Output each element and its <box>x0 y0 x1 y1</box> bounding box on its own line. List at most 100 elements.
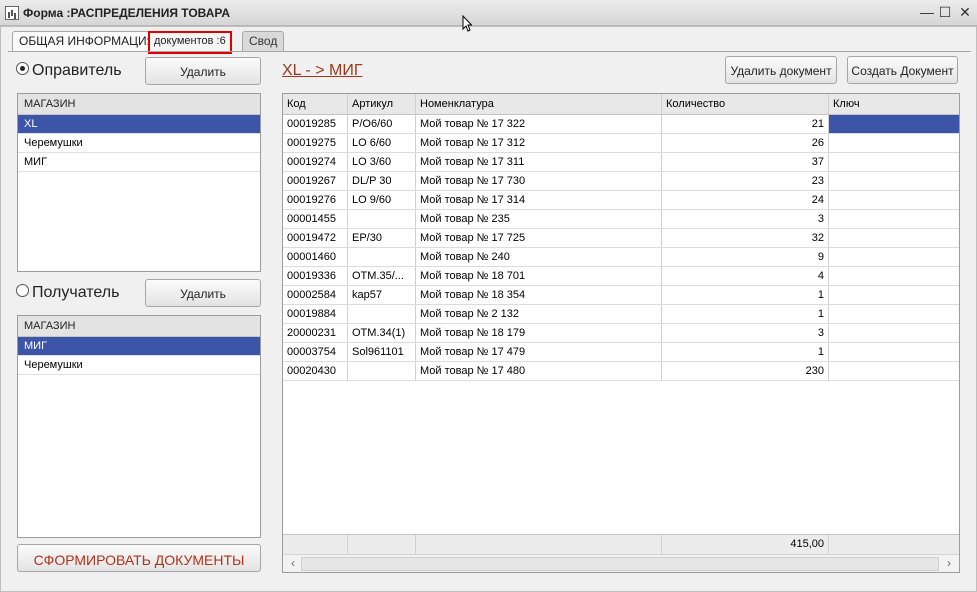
table-footer: 415,00 <box>283 534 959 554</box>
cell-nomenclature: Мой товар № 240 <box>416 248 662 266</box>
cell-quantity: 24 <box>662 191 829 209</box>
cell-article: LO 6/60 <box>348 134 416 152</box>
cell-quantity: 4 <box>662 267 829 285</box>
table-row[interactable]: 00019267 DL/P 30 Мой товар № 17 730 23 <box>283 172 959 191</box>
tab-general-info[interactable]: ОБЩАЯ ИНФОРМАЦИЯ <box>12 31 163 52</box>
horizontal-scrollbar[interactable]: ‹ › <box>283 554 959 572</box>
cell-code: 00019285 <box>283 115 348 133</box>
sender-radio[interactable]: Оправитель <box>16 60 122 82</box>
cell-article: EP/30 <box>348 229 416 247</box>
list-item[interactable]: Черемушки <box>18 356 260 375</box>
table-row[interactable]: 00019276 LO 9/60 Мой товар № 17 314 24 <box>283 191 959 210</box>
cell-nomenclature: Мой товар № 18 354 <box>416 286 662 304</box>
receiver-delete-button[interactable]: Удалить <box>145 279 261 307</box>
cell-key <box>829 210 959 228</box>
cell-article <box>348 248 416 266</box>
column-header-quantity[interactable]: Количество <box>662 94 829 114</box>
list-item[interactable]: XL <box>18 115 260 134</box>
cell-article <box>348 305 416 323</box>
receiver-label: Получатель <box>32 284 120 301</box>
cell-nomenclature: Мой товар № 17 730 <box>416 172 662 190</box>
cell-code: 00019884 <box>283 305 348 323</box>
cell-code: 00001460 <box>283 248 348 266</box>
cell-key <box>829 191 959 209</box>
table-row[interactable]: 00019274 LO 3/60 Мой товар № 17 311 37 <box>283 153 959 172</box>
table-row[interactable]: 20000231 OTM.34(1) Мой товар № 18 179 3 <box>283 324 959 343</box>
window-title: Форма :РАСПРЕДЕЛЕНИЯ ТОВАРА <box>23 6 231 20</box>
cell-nomenclature: Мой товар № 2 132 <box>416 305 662 323</box>
cell-article: Sol961101 <box>348 343 416 361</box>
table-row[interactable]: 00019285 P/O6/60 Мой товар № 17 322 21 <box>283 115 959 134</box>
receiver-radio[interactable]: Получатель <box>16 282 119 304</box>
cell-quantity: 1 <box>662 343 829 361</box>
cell-key <box>829 343 959 361</box>
generate-documents-button[interactable]: СФОРМИРОВАТЬ ДОКУМЕНТЫ <box>17 544 261 572</box>
cell-article: OTM.35/... <box>348 267 416 285</box>
cell-key <box>829 362 959 380</box>
delete-document-button[interactable]: Удалить документ <box>725 56 837 84</box>
cell-quantity: 1 <box>662 305 829 323</box>
column-header-code[interactable]: Код <box>283 94 348 114</box>
cell-key <box>829 286 959 304</box>
table-row[interactable]: 00019275 LO 6/60 Мой товар № 17 312 26 <box>283 134 959 153</box>
minimize-button[interactable]: — <box>918 3 936 21</box>
scroll-right-icon[interactable]: › <box>941 555 957 572</box>
route-link[interactable]: XL - > МИГ <box>282 62 362 80</box>
items-table: Код Артикул Номенклатура Количество Ключ… <box>282 93 960 573</box>
sender-label: Оправитель <box>32 62 122 79</box>
close-button[interactable]: ✕ <box>956 3 974 21</box>
table-row[interactable]: 00020430 Мой товар № 17 480 230 <box>283 362 959 381</box>
column-header-article[interactable]: Артикул <box>348 94 416 114</box>
table-row[interactable]: 00019472 EP/30 Мой товар № 17 725 32 <box>283 229 959 248</box>
app-chart-icon <box>5 6 19 20</box>
scrollbar-thumb[interactable] <box>301 557 939 571</box>
table-row[interactable]: 00019884 Мой товар № 2 132 1 <box>283 305 959 324</box>
cell-code: 00019472 <box>283 229 348 247</box>
table-row[interactable]: 00002584 kap57 Мой товар № 18 354 1 <box>283 286 959 305</box>
table-row[interactable]: 00001460 Мой товар № 240 9 <box>283 248 959 267</box>
create-document-button[interactable]: Создать Документ <box>847 56 958 84</box>
cell-key <box>829 134 959 152</box>
cell-quantity: 23 <box>662 172 829 190</box>
cell-quantity: 3 <box>662 210 829 228</box>
table-row[interactable]: 00003754 Sol961101 Мой товар № 17 479 1 <box>283 343 959 362</box>
cell-article: kap57 <box>348 286 416 304</box>
tab-summary[interactable]: Свод <box>242 31 285 52</box>
cell-nomenclature: Мой товар № 17 312 <box>416 134 662 152</box>
cell-code: 00019276 <box>283 191 348 209</box>
cell-quantity: 1 <box>662 286 829 304</box>
cell-nomenclature: Мой товар № 17 311 <box>416 153 662 171</box>
list-item[interactable]: МИГ <box>18 337 260 356</box>
sender-list-header: МАГАЗИН <box>18 94 260 115</box>
cell-nomenclature: Мой товар № 17 314 <box>416 191 662 209</box>
cell-nomenclature: Мой товар № 235 <box>416 210 662 228</box>
sender-delete-button[interactable]: Удалить <box>145 57 261 85</box>
cell-quantity: 9 <box>662 248 829 266</box>
cell-article: OTM.34(1) <box>348 324 416 342</box>
title-bar: Форма :РАСПРЕДЕЛЕНИЯ ТОВАРА — ☐ ✕ <box>0 0 977 26</box>
table-header: Код Артикул Номенклатура Количество Ключ <box>283 94 959 115</box>
list-item[interactable]: Черемушки <box>18 134 260 153</box>
mouse-cursor-icon <box>462 15 472 33</box>
cell-article: P/O6/60 <box>348 115 416 133</box>
table-row[interactable]: 00001455 Мой товар № 235 3 <box>283 210 959 229</box>
footer-cell <box>416 535 662 554</box>
radio-unchecked-icon <box>16 284 29 298</box>
scroll-left-icon[interactable]: ‹ <box>285 555 301 572</box>
cell-nomenclature: Мой товар № 17 480 <box>416 362 662 380</box>
cell-quantity: 230 <box>662 362 829 380</box>
cell-code: 00019336 <box>283 267 348 285</box>
cell-code: 00001455 <box>283 210 348 228</box>
cell-code: 00002584 <box>283 286 348 304</box>
cell-quantity: 3 <box>662 324 829 342</box>
maximize-button[interactable]: ☐ <box>936 3 954 21</box>
cell-article: LO 9/60 <box>348 191 416 209</box>
cell-key <box>829 305 959 323</box>
cell-article <box>348 210 416 228</box>
cell-nomenclature: Мой товар № 17 725 <box>416 229 662 247</box>
table-row[interactable]: 00019336 OTM.35/... Мой товар № 18 701 4 <box>283 267 959 286</box>
cell-code: 00019274 <box>283 153 348 171</box>
column-header-key[interactable]: Ключ <box>829 94 959 114</box>
list-item[interactable]: МИГ <box>18 153 260 172</box>
column-header-nomenclature[interactable]: Номенклатура <box>416 94 662 114</box>
